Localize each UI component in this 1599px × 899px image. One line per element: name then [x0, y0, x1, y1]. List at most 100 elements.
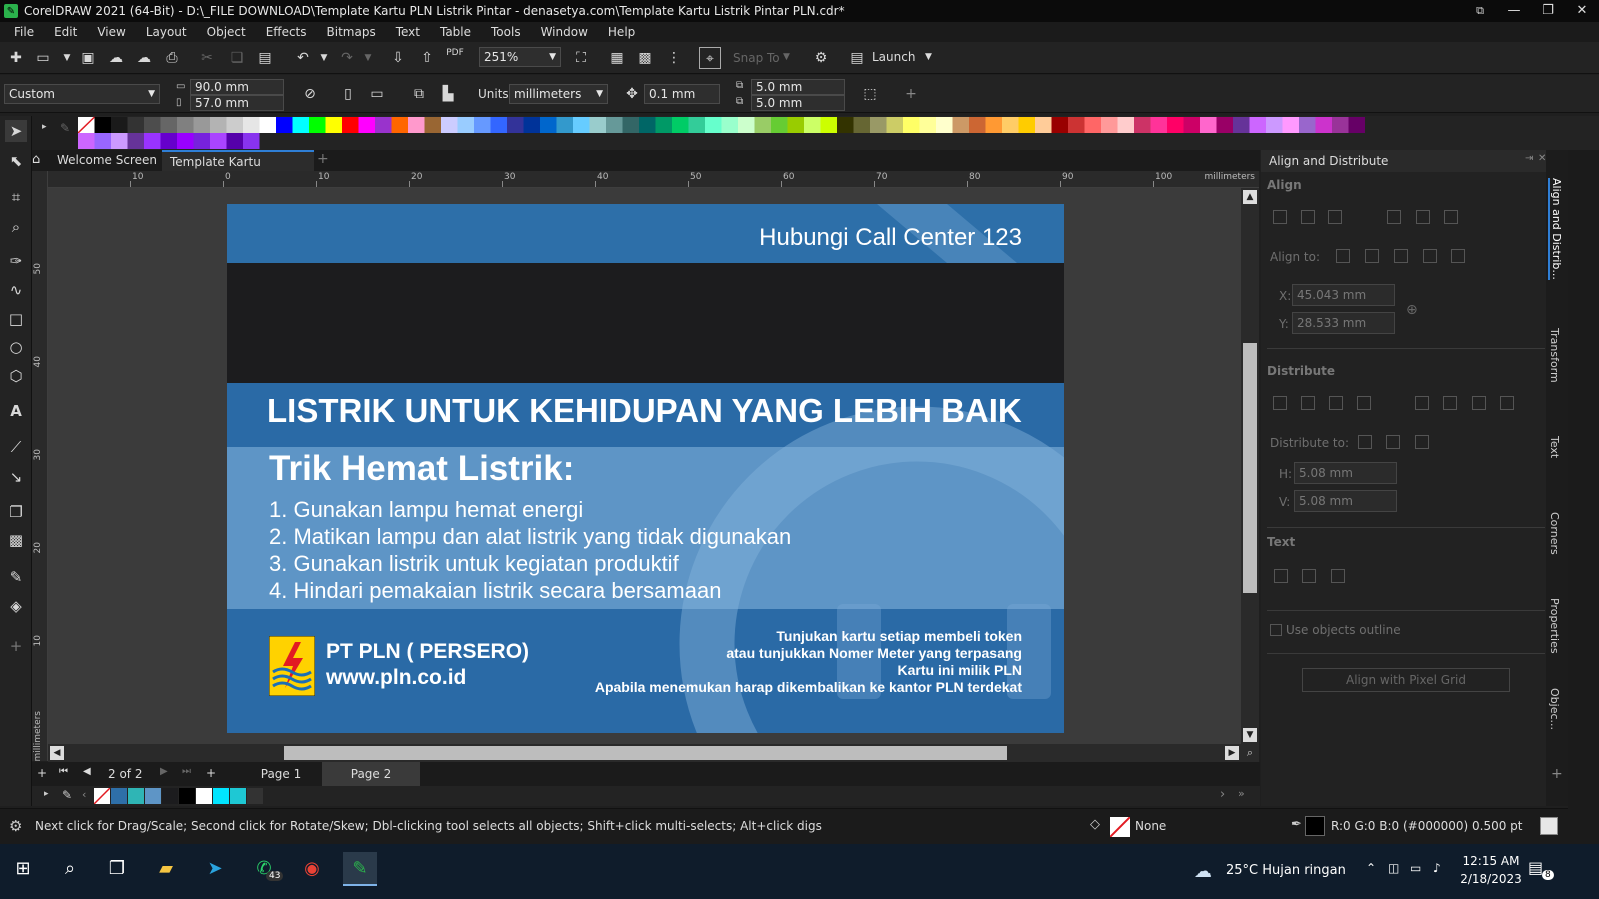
align-to-point-icon[interactable] — [1451, 249, 1465, 263]
first-page-icon[interactable]: ⏮ — [59, 766, 68, 777]
palette-swatch[interactable] — [210, 117, 227, 133]
open-folder-icon[interactable]: ▭ — [32, 47, 54, 69]
pln-card-design[interactable]: Hubungi Call Center 123 LISTRIK UNTUK KE… — [227, 204, 1064, 733]
palette-swatch[interactable] — [144, 133, 161, 149]
menu-tools[interactable]: Tools — [481, 25, 531, 39]
palette-swatch[interactable] — [1018, 117, 1036, 133]
page-height-field[interactable]: 57.0 mm — [190, 95, 284, 111]
freehand-tool-icon[interactable]: ✑ — [5, 250, 27, 272]
current-page-icon[interactable]: ▙ — [437, 83, 459, 105]
palette-swatch[interactable] — [1266, 117, 1283, 133]
minimize-button[interactable]: — — [1497, 0, 1531, 22]
docker-tab-corners[interactable]: Corners — [1548, 512, 1561, 555]
align-x-field[interactable]: 45.043 mm — [1292, 284, 1395, 306]
distribute-bottom-icon[interactable] — [1500, 396, 1514, 410]
add-page-before-icon[interactable]: + — [37, 766, 47, 780]
portrait-icon[interactable]: ▯ — [337, 83, 359, 105]
horizontal-ruler[interactable]: 10 0 10 20 30 40 50 60 70 80 90 100 millimeters — [48, 171, 1259, 188]
zoom-tool-icon[interactable]: ⌕ — [5, 216, 27, 238]
palette-swatch[interactable] — [936, 117, 953, 133]
palette-swatch[interactable] — [738, 117, 755, 133]
palette-swatch[interactable] — [721, 117, 739, 133]
docker-tab-text[interactable]: Text — [1548, 436, 1561, 458]
document-palette-swatch[interactable] — [213, 788, 229, 804]
palette-swatch[interactable] — [903, 117, 920, 133]
drop-shadow-icon[interactable]: ❐ — [5, 501, 27, 523]
palette-swatch[interactable] — [259, 117, 277, 133]
page-size-preset-select[interactable]: Custom ▼ — [4, 84, 160, 104]
close-button[interactable]: ✕ — [1565, 0, 1599, 22]
menu-edit[interactable]: Edit — [44, 25, 87, 39]
palette-swatch[interactable] — [474, 117, 491, 133]
palette-swatch[interactable] — [1084, 117, 1102, 133]
palette-swatch[interactable] — [1233, 117, 1250, 133]
publish-pdf-icon[interactable]: PDF — [444, 47, 466, 69]
navigator-icon[interactable]: ⌕ — [1241, 744, 1259, 762]
crop-tool-icon[interactable]: ⌗ — [5, 186, 27, 208]
palette-swatch[interactable] — [111, 133, 128, 149]
align-left-icon[interactable] — [1273, 210, 1287, 224]
palette-swatch[interactable] — [787, 117, 805, 133]
tab-template-document[interactable]: Template Kartu Listri..* — [162, 150, 314, 190]
transparency-tool-icon[interactable]: ▩ — [5, 529, 27, 551]
palette-swatch[interactable] — [606, 117, 623, 133]
text-last-baseline-icon[interactable] — [1302, 569, 1316, 583]
undo-icon[interactable]: ↶ — [292, 47, 314, 69]
palette-swatch[interactable] — [160, 133, 178, 149]
distribute-spacing-v-icon[interactable] — [1472, 396, 1486, 410]
ellipse-tool-icon[interactable]: ○ — [5, 336, 27, 358]
palette-swatch[interactable] — [1315, 117, 1333, 133]
page-tab-2[interactable]: Page 2 — [322, 762, 420, 786]
palette-swatch[interactable] — [441, 117, 458, 133]
menu-window[interactable]: Window — [531, 25, 598, 39]
align-center-v-icon[interactable] — [1416, 210, 1430, 224]
palette-swatch[interactable] — [78, 133, 95, 149]
palette-swatch[interactable] — [573, 117, 590, 133]
palette-swatch[interactable] — [540, 117, 557, 133]
scroll-up-icon[interactable]: ▲ — [1243, 190, 1257, 204]
align-bottom-icon[interactable] — [1444, 210, 1458, 224]
align-center-h-icon[interactable] — [1301, 210, 1315, 224]
palette-swatch[interactable] — [127, 133, 145, 149]
palette-swatch[interactable] — [1282, 117, 1300, 133]
palette-swatch[interactable] — [804, 117, 821, 133]
duplicate-distance-x-field[interactable]: 5.0 mm — [751, 79, 845, 95]
align-top-icon[interactable] — [1387, 210, 1401, 224]
add-docker-icon[interactable]: + — [1551, 766, 1563, 782]
zoom-fit-icon[interactable]: ⛶ — [570, 47, 592, 69]
last-page-icon[interactable]: ⏭ — [182, 766, 191, 777]
eyedropper-palette-icon[interactable]: ✎ — [60, 121, 70, 135]
palette-swatch[interactable] — [177, 117, 194, 133]
palette-swatch[interactable] — [391, 117, 409, 133]
new-document-icon[interactable]: ✚ — [5, 47, 27, 69]
document-palette-swatch[interactable] — [230, 788, 246, 804]
palette-swatch[interactable] — [754, 117, 772, 133]
palette-swatch[interactable] — [193, 117, 211, 133]
align-to-grid-icon[interactable] — [1423, 249, 1437, 263]
palette-swatch[interactable] — [1117, 117, 1135, 133]
palette-swatch[interactable] — [969, 117, 986, 133]
palette-swatch[interactable] — [94, 117, 112, 133]
copy-icon[interactable]: ❏ — [226, 47, 248, 69]
page-width-field[interactable]: 90.0 mm — [190, 79, 284, 95]
prev-page-icon[interactable]: ◀ — [83, 766, 91, 777]
add-tool-icon[interactable]: + — [5, 635, 27, 657]
duplicate-distance-y-field[interactable]: 5.0 mm — [751, 95, 845, 111]
taskbar-search-icon[interactable]: ⌕ — [53, 852, 87, 886]
distribute-spacing-h-icon[interactable] — [1329, 396, 1343, 410]
vertical-scrollbar[interactable]: ▲ ▼ — [1241, 188, 1259, 744]
scroll-down-icon[interactable]: ▼ — [1243, 728, 1257, 742]
menu-object[interactable]: Object — [197, 25, 256, 39]
docker-tab-properties[interactable]: Properties — [1548, 598, 1561, 654]
palette-swatch[interactable] — [1299, 117, 1316, 133]
palette-swatch[interactable] — [424, 117, 442, 133]
horizontal-scrollbar[interactable]: ◀ ▶ — [48, 744, 1241, 762]
pick-tool-icon[interactable]: ➤ — [5, 120, 27, 142]
menu-file[interactable]: File — [4, 25, 44, 39]
snap-off-icon[interactable]: ⌖ — [699, 47, 721, 69]
open-dropdown-icon[interactable]: ▼ — [56, 47, 78, 69]
document-palette-swatch[interactable] — [247, 788, 263, 804]
document-palette-swatch[interactable] — [196, 788, 212, 804]
distribute-left-icon[interactable] — [1273, 396, 1287, 410]
palette-swatch[interactable] — [243, 133, 260, 149]
